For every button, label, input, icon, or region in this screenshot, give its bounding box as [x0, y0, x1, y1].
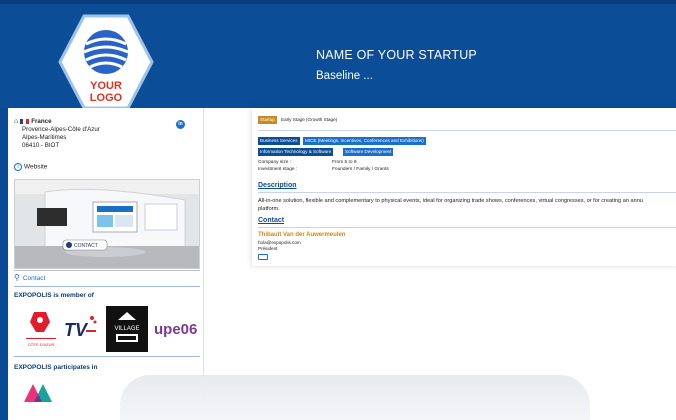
contact-title: Contact: [258, 217, 285, 224]
logo-text: YOUR LOGO: [89, 80, 123, 104]
startup-logo: YOUR LOGO: [58, 14, 154, 110]
startup-profile-card: Startup Early Stage (Growth Stage) Busin…: [252, 108, 676, 266]
info-icon: i: [14, 163, 22, 171]
member-of-title: EXPOPOLIS is member of: [14, 292, 94, 299]
bottom-panel: [120, 375, 590, 420]
startup-baseline: Baseline ...: [316, 70, 373, 82]
divider: [258, 130, 676, 131]
contact-name: Thibault Van der Auwermeulen: [258, 232, 346, 238]
svg-text:VILLAGE: VILLAGE: [114, 326, 139, 332]
contact-email[interactable]: hola@expopolis.com: [258, 240, 301, 245]
svg-text:CÔTE D'AZUR: CÔTE D'AZUR: [28, 342, 55, 347]
sector-tag-software-dev[interactable]: Software Development: [343, 148, 394, 156]
divider: [258, 227, 676, 228]
divider: [14, 286, 200, 287]
sector-tag-mice[interactable]: MICE (Meetings, Incentives, Conferences …: [303, 137, 426, 145]
country: France: [31, 118, 52, 125]
department: Alpes-Maritimes: [22, 134, 67, 141]
investment-stage-label: Investment stage :: [258, 167, 298, 172]
virtual-stand-image[interactable]: CONTACT: [14, 179, 200, 269]
startup-name: NAME OF YOUR STARTUP: [316, 48, 477, 62]
page-header: YOUR LOGO NAME OF YOUR STARTUP Baseline …: [0, 4, 676, 110]
website-label: Website: [24, 163, 48, 171]
website-link[interactable]: i Website: [14, 163, 47, 171]
contact-label: Contact: [22, 275, 46, 282]
divider: [14, 356, 200, 357]
participates-title: EXPOPOLIS participates in: [14, 364, 98, 371]
postcode-city: 06410 - BIOT: [22, 142, 60, 149]
stand-contact-label: CONTACT: [74, 243, 98, 249]
france-flag-icon: [20, 118, 30, 125]
business-card-icon[interactable]: [258, 254, 268, 260]
startup-tag: Startup: [258, 116, 277, 124]
divider: [14, 270, 200, 271]
stage-tag: Early Stage (Growth Stage): [281, 117, 338, 122]
address-block: ⌂ France Provence-Alpes-Côte d'Azur Alpes…: [14, 118, 100, 150]
person-icon: ⚲: [14, 273, 20, 282]
region: Provence-Alpes-Côte d'Azur: [22, 126, 100, 133]
description-title: Description: [258, 182, 297, 189]
contact-role: Président: [258, 246, 278, 251]
sector-tag-business-services[interactable]: Business Services: [258, 137, 300, 145]
home-icon: ⌂: [14, 118, 19, 125]
divider: [258, 192, 676, 193]
tvt-logo[interactable]: TV: [62, 306, 98, 352]
sidebar: ⌂ France Provence-Alpes-Côte d'Azur Alpes…: [8, 108, 204, 420]
investment-stage-value: Founders / Family / Grants: [332, 167, 389, 172]
linkedin-icon[interactable]: in: [176, 120, 185, 129]
event-logo[interactable]: [24, 380, 54, 402]
french-tech-cote-dazur-logo[interactable]: CÔTE D'AZUR: [24, 306, 58, 352]
description-text: All-in-one solution, flexible and comple…: [258, 198, 643, 212]
contact-link[interactable]: ⚲ Contact: [14, 273, 45, 282]
svg-text:TV: TV: [64, 320, 89, 340]
svg-text:upe06: upe06: [154, 321, 197, 338]
upe06-logo[interactable]: upe06: [154, 306, 200, 352]
company-size-value: From 5 to 9: [332, 160, 357, 165]
sector-tag-it-software[interactable]: Information Technology & Software: [258, 148, 334, 156]
village-by-ca-logo[interactable]: VILLAGE: [106, 306, 148, 352]
company-size-label: Company size :: [258, 160, 292, 165]
